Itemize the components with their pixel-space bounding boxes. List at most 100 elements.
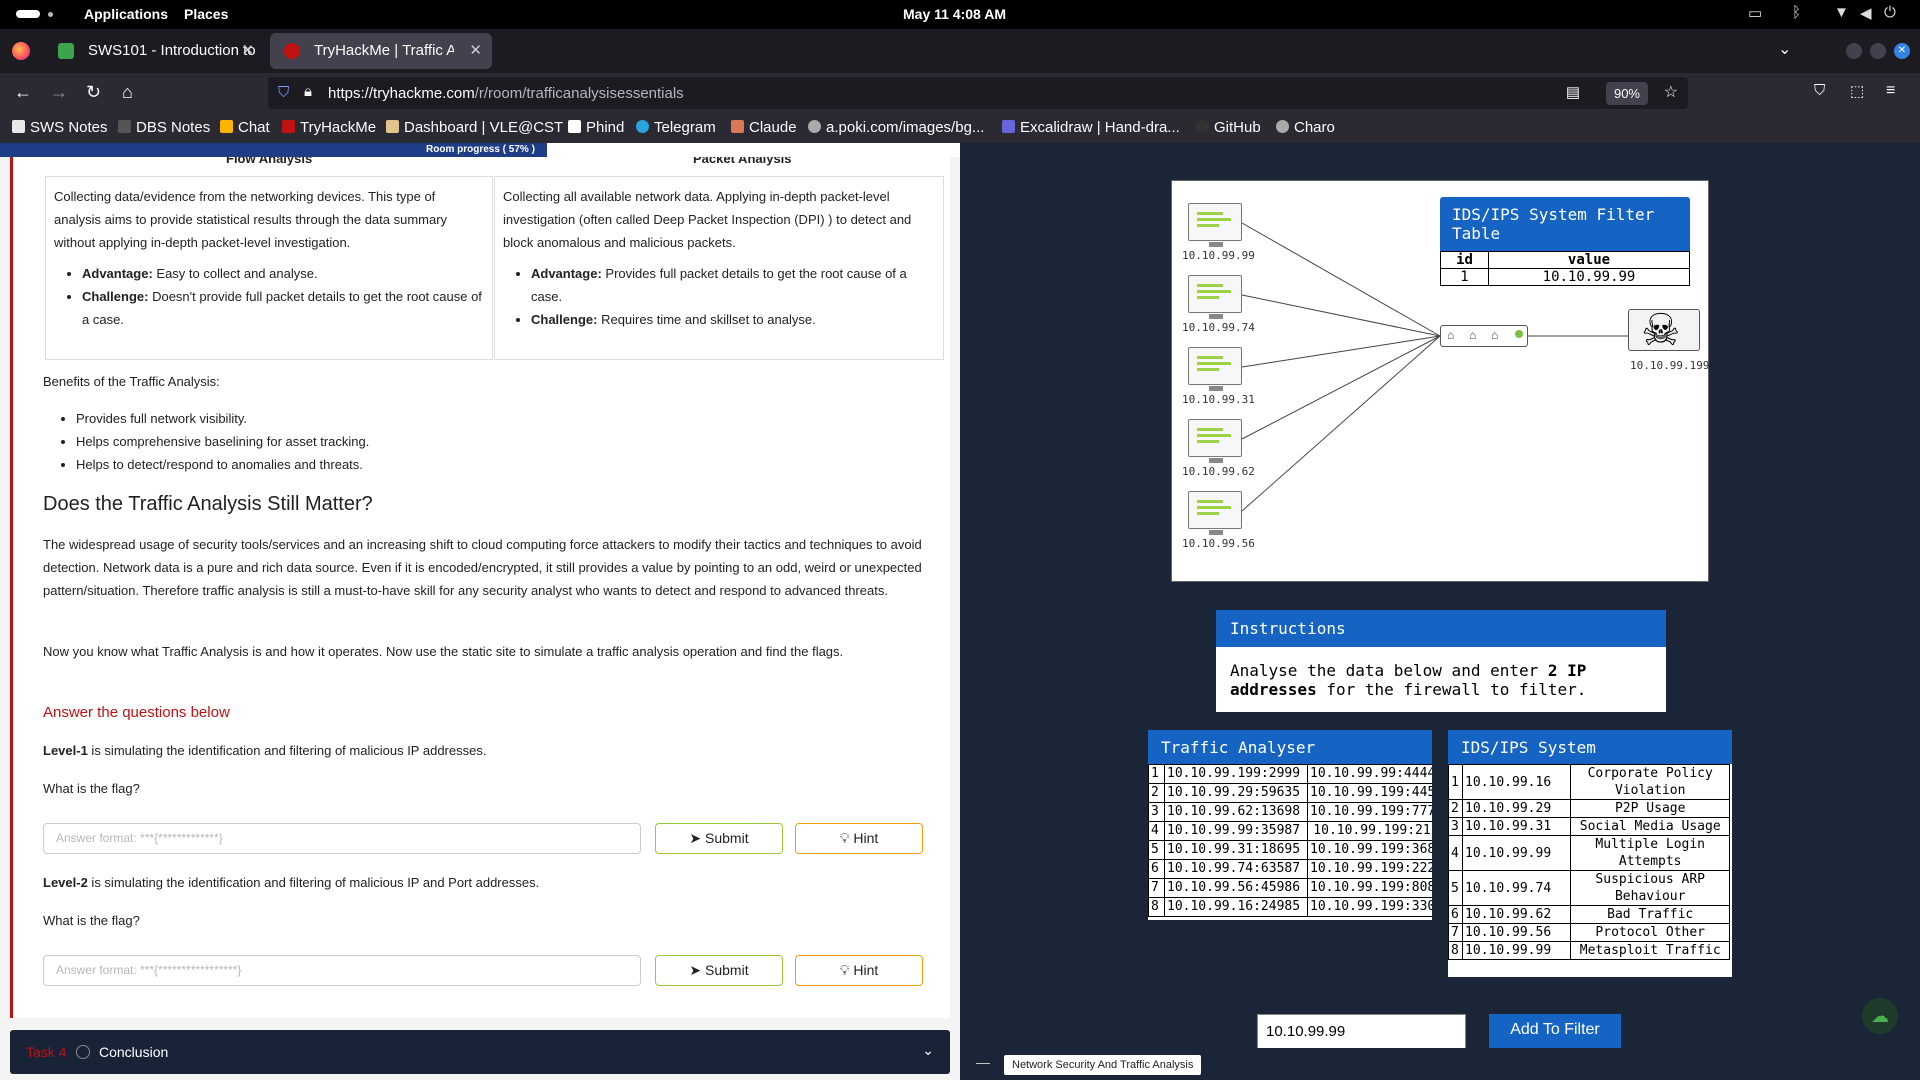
host-ip-label: 10.10.99.62 (1182, 465, 1255, 478)
matter-paragraph-2: Now you know what Traffic Analysis is an… (43, 644, 844, 659)
bookmark-excalidraw[interactable]: Excalidraw | Hand-dra... (1002, 119, 1180, 136)
home-icon[interactable]: ⌂ (122, 82, 133, 103)
minimize-button[interactable] (1846, 43, 1862, 59)
task-card: Flow Analysis Packet Analysis Collecting… (10, 143, 950, 1018)
globe-icon (808, 120, 821, 133)
ids-title: IDS/IPS System (1448, 730, 1732, 764)
bookmark-tryhackme[interactable]: TryHackMe (282, 119, 376, 136)
minimize-panel-icon[interactable]: — (976, 1054, 990, 1070)
shield-icon[interactable]: ⛉ (278, 84, 289, 101)
tab-tryhackme[interactable]: TryHackMe | Traffic Analy ✕ (270, 33, 492, 69)
list-item: Provides full network visibility. (76, 407, 369, 430)
close-window-button[interactable]: ✕ (1894, 43, 1910, 59)
table-row: 2 10.10.99.29:59635 10.10.99.199:445 (1148, 783, 1432, 803)
chevron-down-icon[interactable]: ⌄ (922, 1042, 934, 1059)
tab-sws101[interactable]: SWS101 - Introduction to ✕ (44, 33, 264, 69)
advantage-text: Easy to collect and analyse. (152, 266, 318, 281)
destination-address: 10.10.99.99:4444 (1307, 764, 1432, 784)
bookmark-dbs-notes[interactable]: DBS Notes (118, 119, 210, 136)
close-icon[interactable]: ✕ (469, 41, 482, 59)
bookmark-star-icon[interactable]: ☆ (1664, 82, 1678, 102)
bookmark-sws-notes[interactable]: SWS Notes (12, 119, 108, 136)
clock[interactable]: May 11 4:08 AM (903, 6, 1006, 22)
row-index: 1 (1447, 764, 1464, 800)
pocket-icon[interactable]: ⛉ (1814, 82, 1825, 99)
hint-label: Hint (853, 830, 879, 846)
source-address: 10.10.99.62:13698 (1164, 802, 1308, 822)
chat-icon[interactable]: ▭ (1748, 4, 1762, 22)
hint-label: Hint (853, 962, 879, 978)
bookmark-claude[interactable]: Claude (731, 119, 797, 136)
task-4-header[interactable]: Task 4 Conclusion ⌄ (10, 1030, 950, 1074)
bookmark-vle[interactable]: Dashboard | VLE@CST (386, 119, 563, 136)
firefox-icon[interactable] (12, 42, 30, 60)
destination-address: 10.10.99.199:21 (1307, 821, 1432, 841)
section-heading: Does the Traffic Analysis Still Matter? (43, 493, 373, 515)
maximize-button[interactable] (1870, 43, 1886, 59)
bookmark-chat[interactable]: Chat (220, 119, 270, 136)
filter-ip-input[interactable]: 10.10.99.99 (1257, 1014, 1466, 1049)
destination-address: 10.10.99.199:8080 (1307, 878, 1432, 898)
answer-input-1[interactable]: Answer format: ***{*************} (43, 823, 641, 854)
source-address: 10.10.99.199:2999 (1164, 764, 1308, 784)
row-index: 4 (1447, 835, 1464, 871)
room-content-pane[interactable]: Flow Analysis Packet Analysis Collecting… (0, 143, 960, 1080)
packet-description: Collecting all available network data. A… (503, 189, 912, 250)
hint-button-2[interactable]: 💡︎ Hint (795, 955, 923, 986)
forward-icon[interactable]: → (50, 82, 68, 103)
list-item: Helps to detect/respond to anomalies and… (76, 453, 369, 476)
bookmark-icon (12, 120, 25, 133)
row-index: 3 (1447, 817, 1464, 836)
question-2-ask: What is the flag? (43, 913, 140, 928)
applications-menu[interactable]: Applications (84, 6, 168, 22)
url-bar[interactable]: ⛉ 🔒︎ https://tryhackme.com/r/room/traffi… (268, 77, 1688, 109)
reader-view-icon[interactable]: ▤ (1566, 83, 1580, 101)
lock-icon[interactable]: 🔒︎ (304, 83, 312, 100)
bookmark-label: Excalidraw | Hand-dra... (1020, 119, 1180, 136)
bookmark-telegram[interactable]: Telegram (636, 119, 716, 136)
hint-button-1[interactable]: 💡︎ Hint (795, 823, 923, 854)
places-menu[interactable]: Places (184, 6, 228, 22)
table-row: 6 10.10.99.62 Bad Traffic (1447, 905, 1730, 924)
zoom-level[interactable]: 90% (1605, 82, 1648, 105)
bookmark-charo[interactable]: Charo (1276, 119, 1335, 136)
wifi-icon[interactable]: ▼ (1834, 4, 1849, 21)
network-link (1241, 222, 1441, 337)
submit-label: Submit (705, 962, 749, 978)
power-icon[interactable]: ⏻ (1884, 4, 1896, 21)
table-row: 4 10.10.99.99:35987 10.10.99.199:21 (1148, 821, 1432, 841)
bookmark-github[interactable]: GitHub (1196, 119, 1261, 136)
level-label: Level-1 (43, 743, 88, 758)
network-diagram: 10.10.99.99 10.10.99.74 10.10.99.31 10.10.9… (1171, 180, 1709, 582)
url-text[interactable]: https://tryhackme.com/r/room/trafficanal… (328, 85, 684, 102)
cloud-sync-icon[interactable]: ☁ (1862, 998, 1898, 1034)
reload-icon[interactable]: ↻ (86, 82, 101, 103)
alert-type: Metasploit Traffic (1570, 941, 1730, 960)
menu-icon[interactable]: ≡ (1886, 82, 1895, 100)
activities-indicator[interactable] (16, 10, 40, 18)
close-icon[interactable]: ✕ (241, 41, 254, 59)
task-title: Conclusion (99, 1044, 169, 1060)
bookmark-phind[interactable]: Phind (568, 119, 624, 136)
bookmarks-toolbar: SWS Notes DBS Notes Chat TryHackMe Dashb… (0, 113, 1920, 143)
flow-challenge: Challenge: Doesn't provide full packet d… (82, 285, 484, 331)
bookmark-label: GitHub (1214, 119, 1261, 136)
list-tabs-icon[interactable]: ⌄ (1778, 39, 1791, 59)
bookmark-label: Dashboard | VLE@CST (404, 119, 564, 136)
alert-type: Social Media Usage (1570, 817, 1730, 836)
add-to-filter-button[interactable]: Add To Filter (1489, 1014, 1621, 1049)
bottom-tab[interactable]: Network Security And Traffic Analysis (1004, 1055, 1202, 1075)
bookmark-label: a.poki.com/images/bg... (826, 119, 985, 136)
advantage-label: Advantage: (82, 266, 153, 281)
submit-button-2[interactable]: ➤ Submit (655, 955, 783, 986)
static-site-pane[interactable]: 10.10.99.99 10.10.99.74 10.10.99.31 10.10.9… (960, 143, 1920, 1080)
extensions-icon[interactable]: ⬚ (1850, 82, 1864, 100)
submit-button-1[interactable]: ➤ Submit (655, 823, 783, 854)
volume-icon[interactable]: ◀ (1860, 4, 1872, 22)
bookmark-label: DBS Notes (136, 119, 211, 136)
bluetooth-icon[interactable]: ᛒ (1792, 4, 1801, 21)
back-icon[interactable]: ← (14, 82, 32, 103)
bookmark-poki[interactable]: a.poki.com/images/bg... (808, 119, 984, 136)
answer-heading: Answer the questions below (43, 704, 230, 721)
answer-input-2[interactable]: Answer format: ***{*****************} (43, 955, 641, 986)
